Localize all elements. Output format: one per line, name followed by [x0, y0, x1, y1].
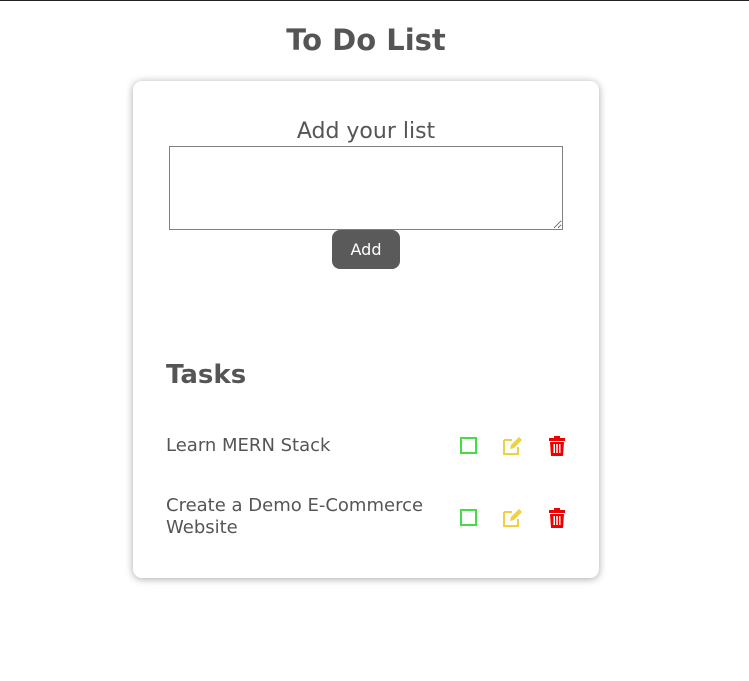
- edit-icon[interactable]: [501, 435, 523, 457]
- top-border: [0, 0, 749, 1]
- task-text: Learn MERN Stack: [166, 435, 331, 456]
- trash-icon[interactable]: [546, 507, 568, 529]
- add-list-label: Add your list: [296, 119, 436, 144]
- list-input[interactable]: [169, 146, 563, 230]
- task-item: Learn MERN Stack: [166, 435, 576, 457]
- square-outline-icon[interactable]: [458, 507, 480, 529]
- add-button[interactable]: Add: [332, 230, 400, 269]
- task-item: Create a Demo E-Commerce Website: [166, 495, 576, 539]
- trash-icon[interactable]: [546, 435, 568, 457]
- square-outline-icon[interactable]: [458, 435, 480, 457]
- task-text: Create a Demo E-Commerce Website: [166, 495, 424, 538]
- tasks-heading: Tasks: [166, 360, 247, 390]
- page-title: To Do List: [286, 23, 446, 57]
- edit-icon[interactable]: [501, 507, 523, 529]
- todo-card: Add your list Add Tasks Learn MERN Stack: [133, 81, 599, 578]
